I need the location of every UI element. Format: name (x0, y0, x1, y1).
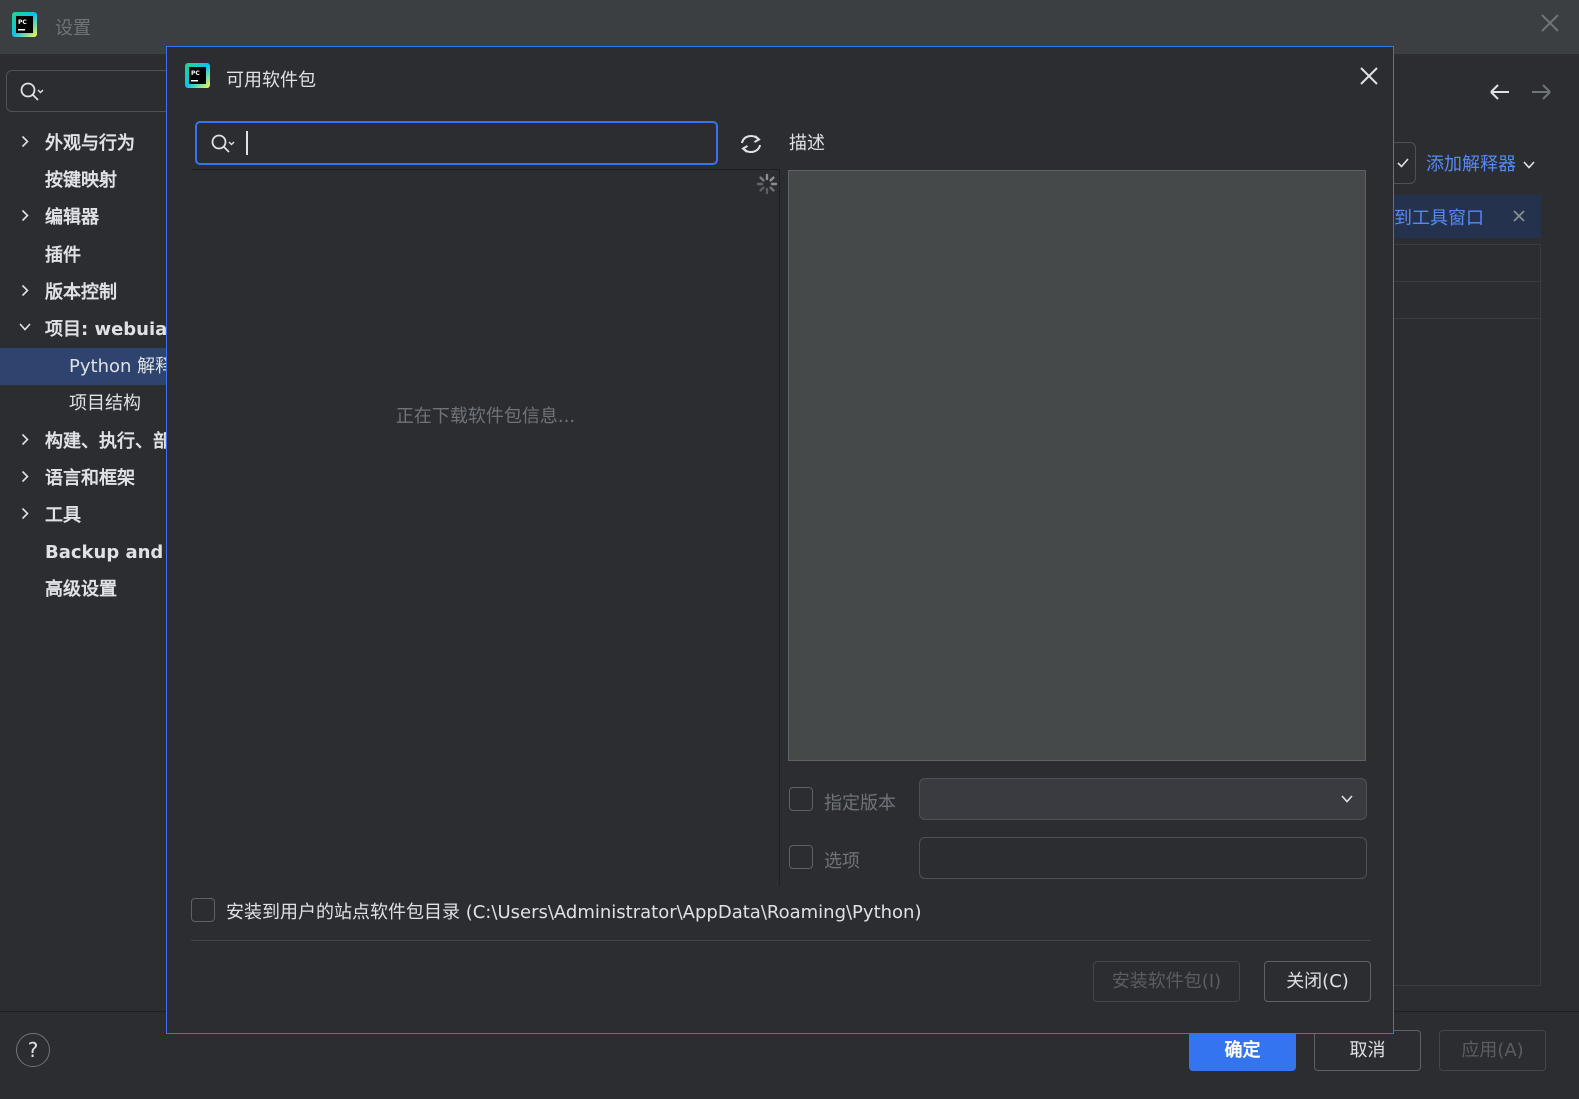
pycharm-logo-icon: PC (185, 63, 210, 88)
chevron-right-icon[interactable] (18, 423, 32, 460)
sidebar-item[interactable]: 插件 (0, 237, 170, 274)
sidebar-item[interactable]: 版本控制 (0, 274, 170, 311)
svg-text:PC: PC (191, 70, 200, 77)
sidebar-item-label: Python 解释 (69, 356, 170, 378)
chevron-right-icon[interactable] (18, 497, 32, 534)
search-icon (211, 134, 235, 153)
chevron-down-icon (1523, 161, 1535, 169)
sidebar-item[interactable]: 高级设置 (0, 571, 170, 608)
sidebar-item-label: 插件 (45, 244, 81, 266)
sidebar-item[interactable]: 外观与行为 (0, 125, 170, 162)
options-checkbox[interactable] (789, 845, 813, 869)
sidebar-item-label: 版本控制 (45, 281, 117, 303)
sidebar-item-label: 项目: webuiau (45, 318, 170, 340)
sidebar-item[interactable]: 构建、执行、部 (0, 423, 170, 460)
description-panel (788, 170, 1366, 761)
install-package-button[interactable]: 安装软件包(I) (1093, 961, 1240, 1002)
dialog-divider (191, 940, 1371, 941)
sidebar-item-label: 编辑器 (45, 207, 99, 229)
add-interpreter-link[interactable]: 添加解释器 (1426, 150, 1536, 176)
specify-version-label: 指定版本 (824, 793, 896, 814)
sidebar-item-label: 工具 (45, 504, 81, 526)
svg-text:PC: PC (18, 19, 27, 26)
back-arrow-icon[interactable] (1490, 84, 1509, 100)
sidebar-item[interactable]: Backup and Sy (0, 534, 170, 571)
package-list[interactable]: 正在下载软件包信息... (191, 169, 780, 886)
chevron-right-icon[interactable] (18, 199, 32, 236)
notification-banner: 到工具窗口 (1394, 195, 1541, 238)
user-site-checkbox[interactable] (191, 898, 215, 922)
pycharm-logo-icon: PC (12, 12, 37, 37)
sidebar-item[interactable]: Python 解释 (0, 348, 170, 386)
chevron-right-icon[interactable] (18, 274, 32, 311)
specify-version-checkbox[interactable] (789, 787, 813, 811)
forward-arrow-icon[interactable] (1532, 84, 1551, 100)
window-title: 设置 (55, 18, 91, 39)
check-icon (1397, 158, 1409, 168)
help-button[interactable]: ? (16, 1033, 50, 1067)
available-packages-dialog: PC 可用软件包 正在下载软件包信息... 描述 指定版本 选项 安装到用户的站… (166, 46, 1394, 1034)
loading-spinner-icon (756, 173, 778, 195)
interpreter-combo[interactable] (1394, 142, 1416, 184)
cancel-button[interactable]: 取消 (1314, 1030, 1421, 1071)
packages-table (1394, 244, 1541, 986)
chevron-down-icon (1341, 795, 1353, 803)
sidebar-item-label: 高级设置 (45, 579, 117, 601)
options-field[interactable] (919, 837, 1367, 879)
sidebar-item[interactable]: 项目结构 (0, 385, 170, 422)
text-caret (246, 131, 248, 155)
close-icon[interactable] (1359, 66, 1379, 86)
chevron-down-icon[interactable] (18, 311, 32, 348)
package-search-input[interactable] (195, 121, 718, 165)
user-site-label: 安装到用户的站点软件包目录 (C:\Users\Administrator\Ap… (226, 902, 922, 923)
sidebar-item-label: 按键映射 (45, 170, 117, 192)
table-row-divider (1394, 318, 1540, 319)
sidebar-item[interactable]: 语言和框架 (0, 460, 170, 497)
sidebar-item-label: 构建、执行、部 (45, 430, 170, 452)
chevron-right-icon[interactable] (18, 460, 32, 497)
sidebar-item[interactable]: 编辑器 (0, 199, 170, 236)
add-interpreter-label: 添加解释器 (1426, 154, 1516, 175)
sidebar-item-label: Backup and Sy (45, 542, 170, 564)
ok-button[interactable]: 确定 (1189, 1030, 1296, 1071)
settings-search-input[interactable] (6, 70, 176, 112)
sidebar-item-label: 语言和框架 (45, 467, 135, 489)
close-icon[interactable] (1539, 12, 1561, 34)
sidebar-item[interactable]: 工具 (0, 497, 170, 534)
description-label: 描述 (789, 133, 825, 154)
sidebar-item-label: 项目结构 (69, 393, 141, 415)
banner-text[interactable]: 到工具窗口 (1394, 204, 1484, 230)
settings-tree: 外观与行为按键映射编辑器插件版本控制项目: webuiau Python 解释 项目… (0, 125, 170, 608)
close-button[interactable]: 关闭(C) (1264, 961, 1371, 1002)
sidebar-item[interactable]: 项目: webuiau (0, 311, 170, 348)
loading-message: 正在下载软件包信息... (395, 406, 576, 427)
sidebar-item[interactable]: 按键映射 (0, 162, 170, 199)
dialog-title: 可用软件包 (226, 70, 316, 91)
sidebar-item-label: 外观与行为 (45, 133, 135, 154)
apply-button[interactable]: 应用(A) (1439, 1030, 1546, 1071)
search-icon (20, 82, 44, 101)
close-icon[interactable] (1511, 208, 1527, 224)
chevron-right-icon[interactable] (18, 125, 32, 162)
options-label: 选项 (824, 851, 860, 872)
navigation-arrows (1490, 84, 1551, 100)
table-header-divider (1394, 281, 1540, 282)
refresh-icon[interactable] (738, 132, 764, 156)
version-select[interactable] (919, 778, 1367, 820)
